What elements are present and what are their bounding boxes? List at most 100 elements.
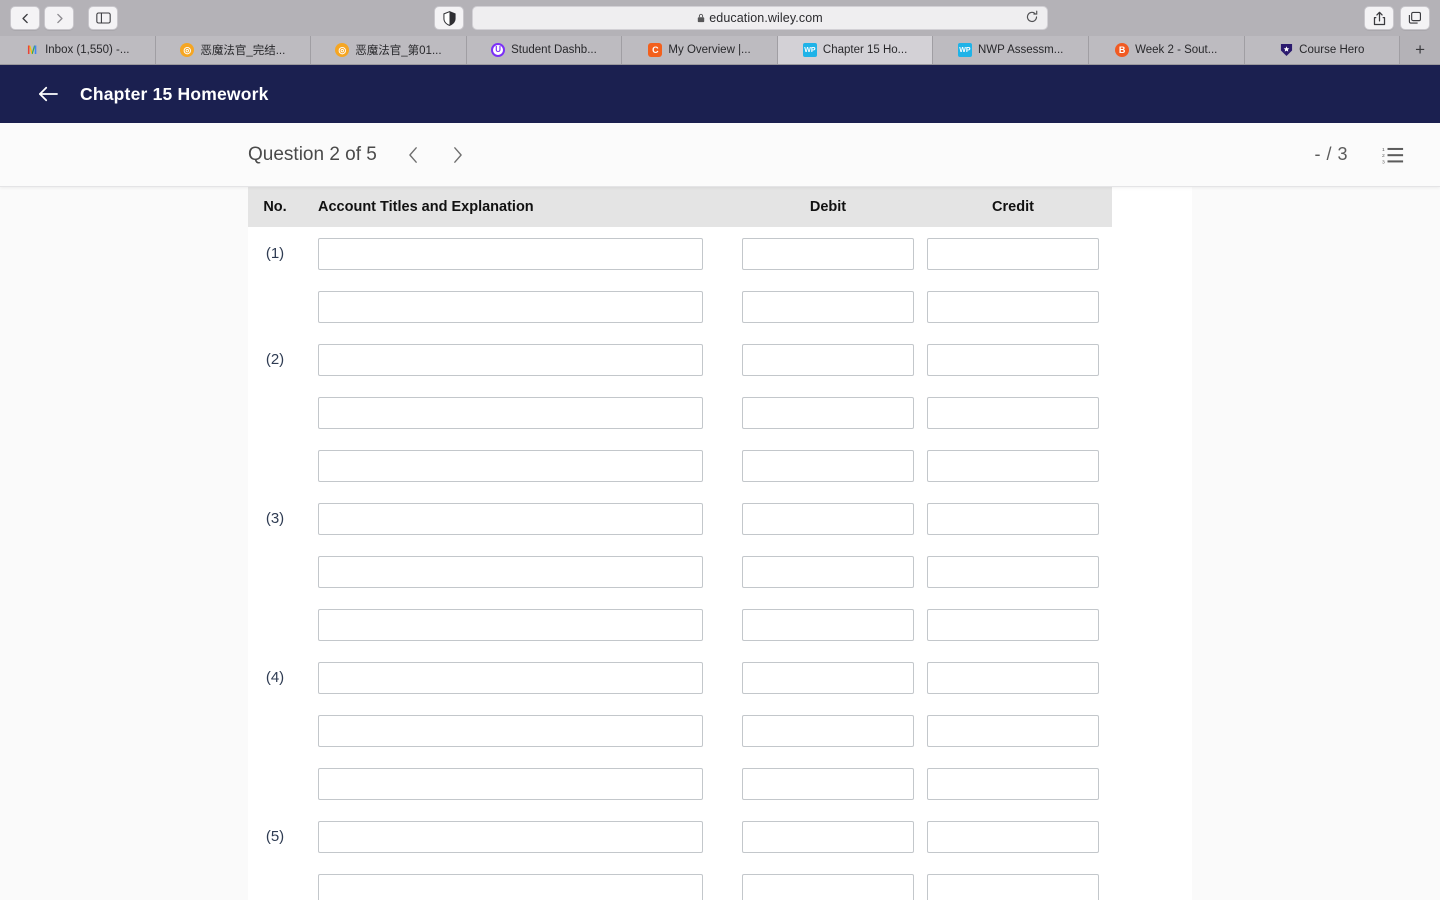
- new-tab-button[interactable]: +: [1400, 36, 1440, 64]
- credit-input[interactable]: [927, 396, 1099, 429]
- table-row: (1): [248, 227, 1112, 280]
- account-input[interactable]: [318, 767, 703, 800]
- chegg-icon: C: [648, 43, 663, 57]
- credit-input[interactable]: [927, 873, 1099, 900]
- back-button[interactable]: [10, 6, 40, 30]
- debit-input[interactable]: [742, 290, 914, 323]
- account-cell: [302, 714, 742, 747]
- account-cell: [302, 396, 742, 429]
- account-input[interactable]: [318, 343, 703, 376]
- table-row: [248, 598, 1112, 651]
- page-title: Chapter 15 Homework: [80, 83, 269, 104]
- privacy-shield-button[interactable]: [434, 6, 464, 30]
- debit-input[interactable]: [742, 714, 914, 747]
- account-cell: [302, 873, 742, 900]
- table-row: [248, 863, 1112, 900]
- forward-button[interactable]: [44, 6, 74, 30]
- account-input[interactable]: [318, 290, 703, 323]
- account-input[interactable]: [318, 396, 703, 429]
- browser-tab-7[interactable]: B Week 2 - Sout...: [1088, 36, 1245, 64]
- account-cell: [302, 820, 742, 853]
- wiley-icon: WP: [957, 43, 972, 57]
- column-header-no: No.: [263, 199, 287, 215]
- browser-tab-4[interactable]: C My Overview |...: [622, 36, 778, 64]
- wiley-icon: WP: [802, 43, 817, 57]
- browser-tab-2[interactable]: ◎ 恶魔法官_第01...: [311, 36, 467, 64]
- account-cell: [302, 767, 742, 800]
- browser-tab-8[interactable]: Course Hero: [1244, 36, 1401, 64]
- entry-number: (2): [265, 351, 285, 368]
- coursehero-shield-icon: [1280, 43, 1292, 57]
- tab-label: 恶魔法官_完结...: [200, 45, 286, 57]
- question-list-button[interactable]: 1 2 3: [1382, 145, 1404, 165]
- address-bar[interactable]: education.wiley.com: [472, 6, 1048, 30]
- credit-input[interactable]: [927, 820, 1099, 853]
- credit-input[interactable]: [927, 714, 1099, 747]
- left-gutter: [0, 187, 248, 900]
- browser-tab-1[interactable]: ◎ 恶魔法官_完结...: [155, 36, 312, 64]
- credit-cell: [914, 714, 1112, 747]
- reload-button[interactable]: [1025, 10, 1041, 26]
- credit-input[interactable]: [927, 555, 1099, 588]
- credit-input[interactable]: [927, 449, 1099, 482]
- debit-input[interactable]: [742, 502, 914, 535]
- share-button[interactable]: [1364, 6, 1394, 30]
- credit-cell: [914, 767, 1112, 800]
- debit-input[interactable]: [742, 820, 914, 853]
- debit-cell: [742, 555, 914, 588]
- account-input[interactable]: [318, 555, 703, 588]
- table-row: (4): [248, 651, 1112, 704]
- account-input[interactable]: [318, 661, 703, 694]
- table-row: [248, 386, 1112, 439]
- svg-text:1: 1: [1382, 146, 1385, 152]
- credit-input[interactable]: [927, 237, 1099, 270]
- credit-input[interactable]: [927, 502, 1099, 535]
- credit-input[interactable]: [927, 608, 1099, 641]
- tabs-overview-button[interactable]: [1400, 6, 1430, 30]
- credit-input[interactable]: [927, 767, 1099, 800]
- debit-input[interactable]: [742, 396, 914, 429]
- app-header: Chapter 15 Homework: [0, 65, 1440, 123]
- debit-input[interactable]: [742, 608, 914, 641]
- app-back-button[interactable]: [36, 82, 60, 106]
- browser-tab-3[interactable]: U Student Dashb...: [466, 36, 623, 64]
- account-input[interactable]: [318, 449, 703, 482]
- account-cell: [302, 608, 742, 641]
- score-display: - / 3: [1314, 144, 1348, 164]
- browser-tab-5[interactable]: WP Chapter 15 Ho...: [777, 36, 934, 64]
- debit-input[interactable]: [742, 661, 914, 694]
- account-input[interactable]: [318, 820, 703, 853]
- debit-input[interactable]: [742, 237, 914, 270]
- account-input[interactable]: [318, 608, 703, 641]
- tab-label: 恶魔法官_第01...: [355, 45, 442, 57]
- debit-cell: [742, 290, 914, 323]
- debit-input[interactable]: [742, 343, 914, 376]
- table-row: (5): [248, 810, 1112, 863]
- credit-input[interactable]: [927, 343, 1099, 376]
- share-icon: [1373, 11, 1385, 25]
- debit-input[interactable]: [742, 873, 914, 900]
- previous-question-button[interactable]: [405, 143, 423, 167]
- account-input[interactable]: [318, 714, 703, 747]
- credit-cell: [914, 449, 1112, 482]
- debit-input[interactable]: [742, 449, 914, 482]
- debit-cell: [742, 343, 914, 376]
- debit-cell: [742, 661, 914, 694]
- account-input[interactable]: [318, 873, 703, 900]
- sidebar-icon: [95, 12, 111, 24]
- next-question-button[interactable]: [449, 143, 467, 167]
- table-row: [248, 757, 1112, 810]
- sidebar-toggle-button[interactable]: [88, 6, 118, 30]
- navigation-buttons: [10, 6, 74, 30]
- browser-tab-0[interactable]: Inbox (1,550) -...: [0, 36, 156, 64]
- browser-tab-6[interactable]: WP NWP Assessm...: [933, 36, 1089, 64]
- tab-label: NWP Assessm...: [977, 44, 1064, 56]
- credit-input[interactable]: [927, 290, 1099, 323]
- debit-input[interactable]: [742, 767, 914, 800]
- debit-cell: [742, 608, 914, 641]
- account-input[interactable]: [318, 237, 703, 270]
- account-input[interactable]: [318, 502, 703, 535]
- credit-input[interactable]: [927, 661, 1099, 694]
- table-body: (1) (2) (3) (4) (5): [248, 227, 1112, 900]
- debit-input[interactable]: [742, 555, 914, 588]
